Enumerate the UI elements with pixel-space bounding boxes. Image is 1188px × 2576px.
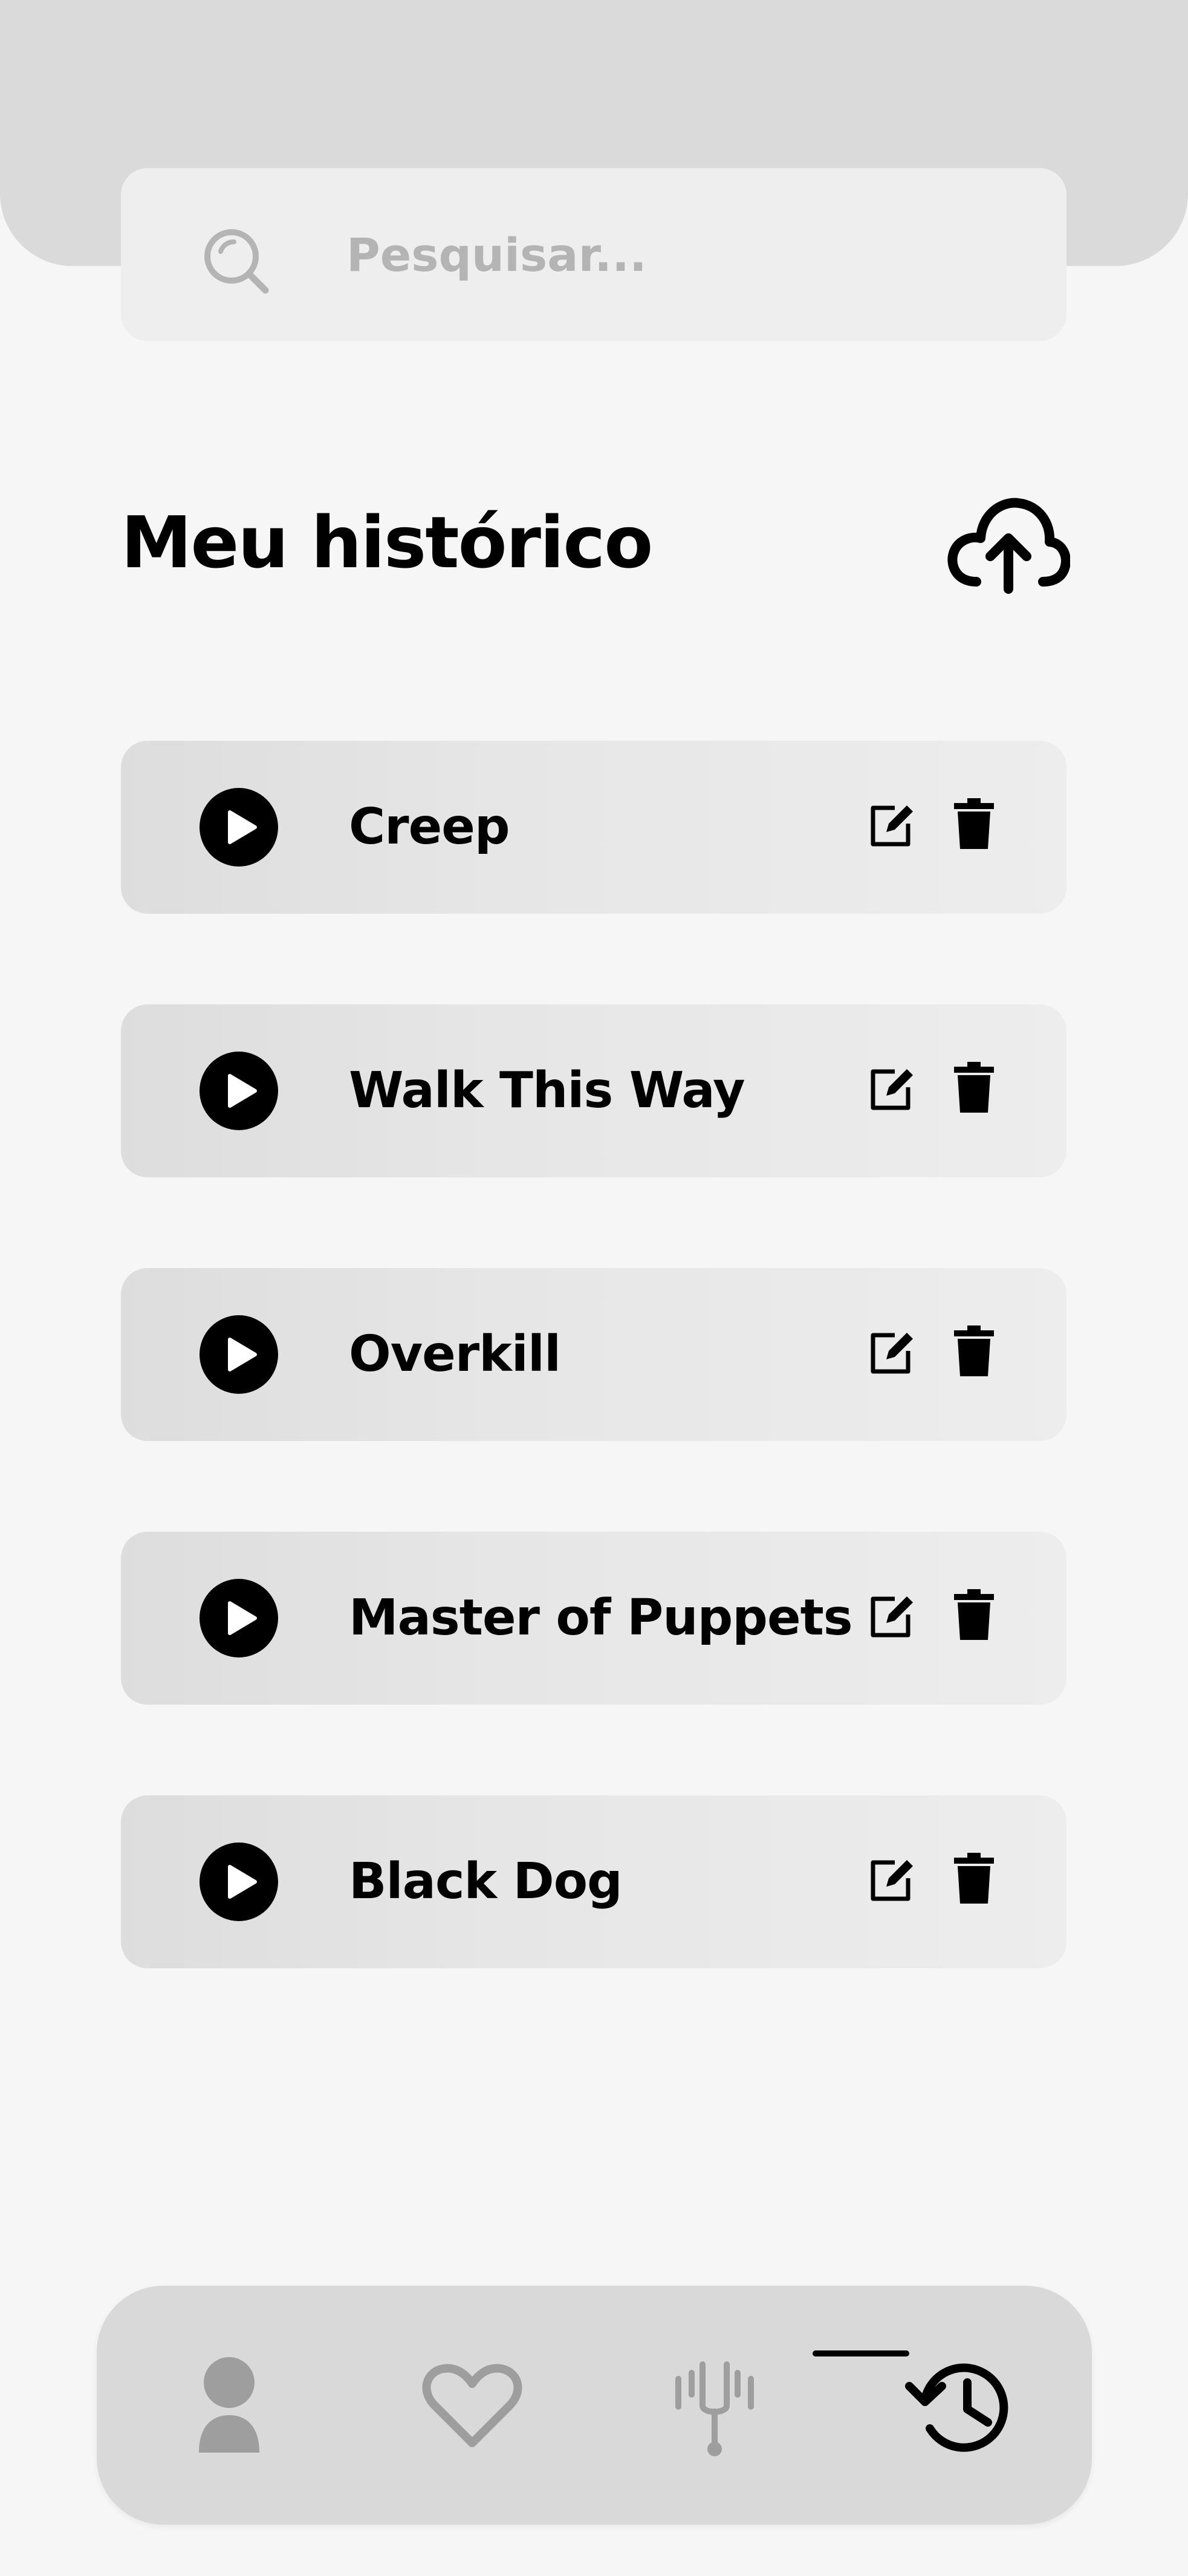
tuning-fork-icon <box>675 2361 754 2456</box>
edit-icon[interactable] <box>866 1854 917 1905</box>
nav-item-history[interactable] <box>897 2286 1018 2525</box>
play-icon[interactable] <box>200 1315 278 1394</box>
trash-icon[interactable] <box>953 1852 995 1906</box>
nav-item-tuner[interactable] <box>654 2286 775 2525</box>
song-title: Walk This Way <box>349 1062 745 1119</box>
song-title: Creep <box>349 798 510 856</box>
heart-icon <box>422 2364 522 2447</box>
edit-icon[interactable] <box>866 1063 917 1114</box>
bottom-nav <box>97 2286 1092 2525</box>
edit-icon[interactable] <box>866 799 917 850</box>
play-icon[interactable] <box>200 1843 278 1921</box>
cloud-upload-icon[interactable] <box>943 491 1070 594</box>
history-item[interactable]: Black Dog <box>121 1795 1066 1968</box>
song-title: Overkill <box>349 1325 561 1383</box>
history-list: Creep Walk This Way Overkill Master of P… <box>121 741 1066 2059</box>
user-icon <box>199 2357 259 2453</box>
edit-icon[interactable] <box>866 1327 917 1377</box>
history-icon <box>905 2363 1008 2452</box>
song-title: Master of Puppets <box>349 1589 853 1647</box>
nav-item-profile[interactable] <box>169 2286 290 2525</box>
edit-icon[interactable] <box>866 1590 917 1641</box>
history-item[interactable]: Overkill <box>121 1268 1066 1441</box>
trash-icon[interactable] <box>953 1061 995 1115</box>
trash-icon[interactable] <box>953 1324 995 1379</box>
play-icon[interactable] <box>200 1052 278 1130</box>
play-icon[interactable] <box>200 1579 278 1657</box>
search-icon <box>204 229 269 294</box>
play-icon[interactable] <box>200 788 278 867</box>
trash-icon[interactable] <box>953 1588 995 1642</box>
search-input[interactable] <box>346 168 1011 341</box>
page-title: Meu histórico <box>121 501 653 584</box>
nav-item-favorites[interactable] <box>412 2286 533 2525</box>
history-item[interactable]: Walk This Way <box>121 1004 1066 1177</box>
history-item[interactable]: Creep <box>121 741 1066 914</box>
active-tab-indicator <box>813 2350 909 2356</box>
trash-icon[interactable] <box>953 797 995 851</box>
search-bar[interactable] <box>121 168 1066 341</box>
history-item[interactable]: Master of Puppets <box>121 1532 1066 1705</box>
song-title: Black Dog <box>349 1853 623 1910</box>
